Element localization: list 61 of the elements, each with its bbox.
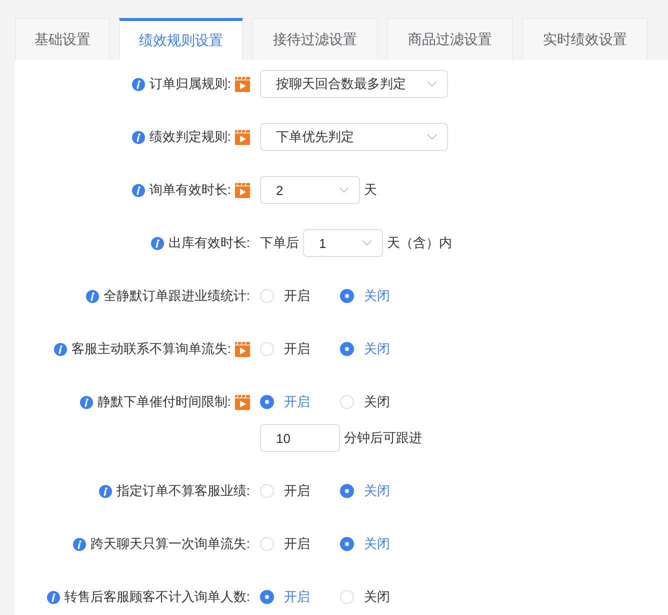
chevron-down-icon	[427, 81, 437, 87]
dropdown-select[interactable]: 2	[260, 176, 360, 204]
radio-option[interactable]: 关闭	[340, 482, 390, 500]
chevron-down-icon	[339, 187, 349, 193]
field-label: 静默下单催付时间限制:	[97, 393, 231, 411]
dropdown-select[interactable]: 1	[303, 229, 383, 257]
info-icon	[47, 590, 60, 604]
info-icon	[80, 396, 94, 408]
dropdown-select[interactable]: 按聊天回合数最多判定	[260, 70, 448, 98]
info-icon	[54, 342, 68, 356]
video-icon[interactable]	[235, 182, 250, 198]
radio-option[interactable]: 开启	[260, 393, 310, 411]
unit-text: 分钟后可跟进	[344, 429, 422, 447]
info-icon	[132, 130, 146, 144]
info-icon	[132, 78, 146, 90]
tab[interactable]: 接待过滤设置	[252, 18, 378, 60]
info-icon	[86, 290, 100, 302]
field-label: 出库有效时长:	[168, 234, 250, 252]
radio-circle[interactable]	[260, 395, 274, 409]
field-label: 询单有效时长:	[149, 181, 231, 199]
info-icon	[73, 538, 86, 550]
tab[interactable]: 商品过滤设置	[387, 18, 513, 60]
radio-circle[interactable]	[340, 537, 354, 551]
field-label: 绩效判定规则:	[149, 128, 231, 146]
info-icon	[151, 236, 164, 250]
field-label: 客服主动联系不算询单流失:	[71, 340, 231, 358]
field-label: 订单归属规则:	[149, 75, 231, 93]
radio-option[interactable]: 关闭	[340, 588, 390, 606]
radio-option[interactable]: 关闭	[340, 287, 390, 305]
radio-circle[interactable]	[260, 590, 274, 604]
radio-circle[interactable]	[340, 342, 354, 356]
tab[interactable]: 绩效规则设置	[119, 18, 243, 60]
video-icon[interactable]	[235, 76, 250, 92]
minutes-field[interactable]: 10	[260, 424, 340, 452]
radio-option[interactable]: 关闭	[340, 393, 390, 411]
video-icon[interactable]	[235, 130, 250, 144]
info-icon	[132, 184, 146, 196]
radio-option[interactable]: 开启	[260, 287, 310, 305]
radio-circle[interactable]	[340, 484, 354, 498]
radio-option[interactable]: 关闭	[340, 535, 390, 553]
radio-option[interactable]: 开启	[260, 535, 310, 553]
field-label: 转售后客服顾客不计入询单人数:	[64, 588, 250, 606]
unit-text: 天（含）内	[387, 234, 452, 252]
radio-option[interactable]: 关闭	[340, 340, 390, 358]
dropdown-select[interactable]: 下单优先判定	[260, 123, 448, 151]
field-label: 跨天聊天只算一次询单流失:	[90, 535, 250, 553]
field-label: 全静默订单跟进业绩统计:	[103, 287, 250, 305]
video-icon[interactable]	[235, 394, 250, 410]
radio-option[interactable]: 开启	[260, 340, 310, 358]
radio-circle[interactable]	[340, 289, 354, 303]
video-icon[interactable]	[235, 342, 250, 356]
tab[interactable]: 实时绩效设置	[522, 18, 648, 60]
chevron-down-icon	[427, 134, 437, 140]
unit-text: 天	[364, 181, 377, 199]
radio-option[interactable]: 开启	[260, 588, 310, 606]
radio-option[interactable]: 开启	[260, 482, 310, 500]
chevron-down-icon	[362, 240, 372, 246]
info-icon	[99, 484, 112, 498]
field-label: 指定订单不算客服业绩:	[116, 482, 250, 500]
tab[interactable]: 基础设置	[15, 18, 110, 60]
prefix-text: 下单后	[260, 234, 299, 252]
